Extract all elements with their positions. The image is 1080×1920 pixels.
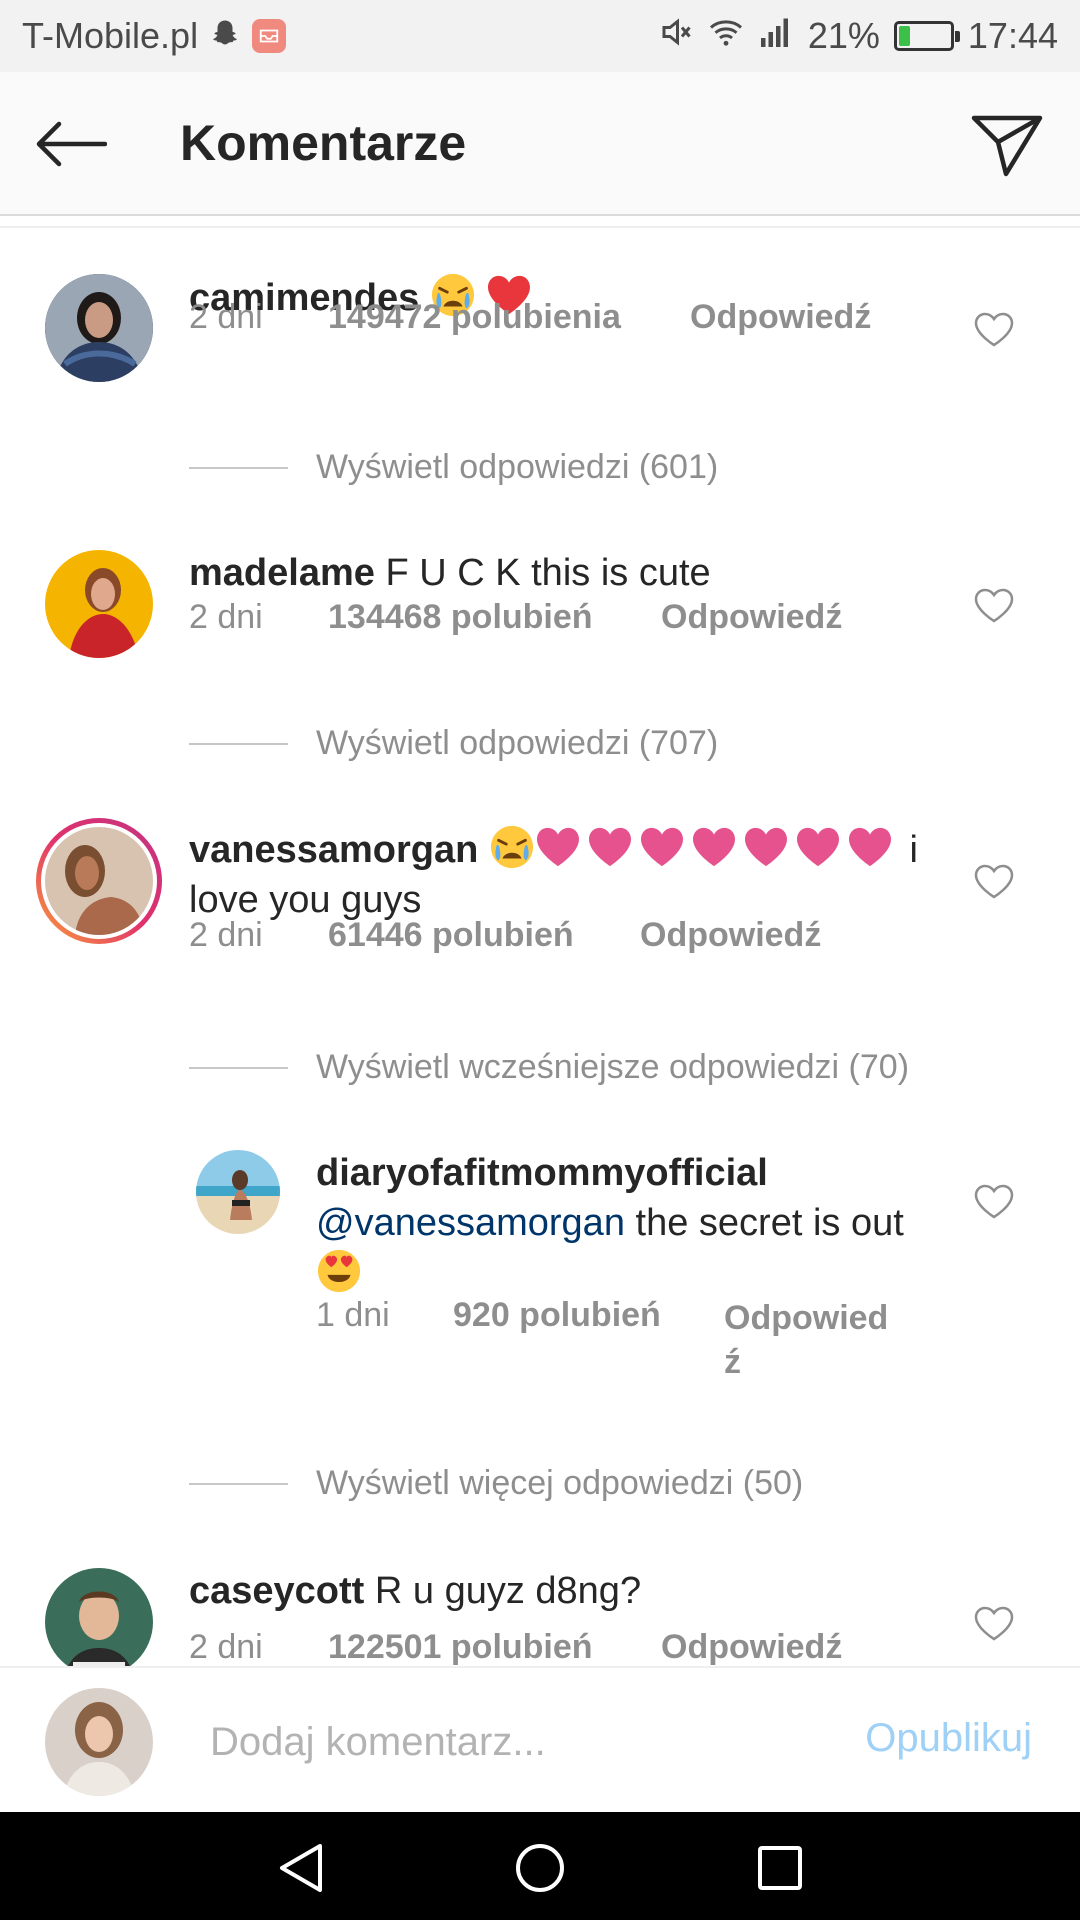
mute-icon bbox=[658, 14, 694, 59]
square-recents-icon bbox=[758, 1846, 802, 1890]
pink-heart-emoji bbox=[796, 827, 839, 867]
status-left: T-Mobile.pl bbox=[22, 15, 287, 57]
comment-text: diaryofafitmommyofficial @vanessamorgan … bbox=[316, 1148, 916, 1299]
comment-text: madelame F U C K this is cute bbox=[189, 548, 969, 598]
signal-icon bbox=[758, 14, 794, 59]
avatar[interactable] bbox=[45, 550, 153, 658]
reply-button[interactable]: Odpowiedź bbox=[640, 916, 821, 955]
system-nav-bar bbox=[0, 1812, 1080, 1920]
crying-face-emoji bbox=[490, 825, 534, 869]
comment-body: R u guyz d8ng? bbox=[374, 1570, 642, 1612]
status-bar: T-Mobile.pl 21% 17:44 bbox=[0, 0, 1080, 72]
comment-composer: Opublikuj bbox=[0, 1666, 1080, 1812]
comments-list[interactable]: camimendes 2 dni 149472 polubienia Odpow… bbox=[0, 228, 1080, 1666]
heart-outline-icon bbox=[974, 1606, 1014, 1641]
like-button[interactable] bbox=[972, 308, 1016, 352]
share-button[interactable] bbox=[964, 102, 1050, 188]
page-title: Komentarze bbox=[180, 115, 467, 171]
arrow-left-icon bbox=[36, 121, 107, 167]
divider-line bbox=[189, 742, 288, 745]
comment-text: caseycott R u guyz d8ng? bbox=[189, 1566, 969, 1616]
heart-outline-icon bbox=[974, 312, 1014, 347]
own-avatar bbox=[45, 1688, 153, 1796]
wifi-icon bbox=[708, 14, 744, 59]
view-replies-label: Wyświetl odpowiedzi (707) bbox=[316, 724, 719, 762]
comment-likes[interactable]: 920 polubień bbox=[453, 1296, 661, 1335]
nav-home-button[interactable] bbox=[512, 1840, 568, 1896]
comment-username[interactable]: vanessamorgan bbox=[189, 829, 478, 871]
mention-link[interactable]: @vanessamorgan bbox=[316, 1202, 625, 1244]
clock: 17:44 bbox=[967, 15, 1058, 56]
view-replies-label: Wyświetl odpowiedzi (601) bbox=[316, 448, 719, 486]
comment-username[interactable]: caseycott bbox=[189, 1570, 364, 1612]
heart-outline-icon bbox=[974, 864, 1014, 899]
reply-button[interactable]: Odpowiedź bbox=[690, 298, 871, 337]
comment-likes[interactable]: 122501 polubień bbox=[328, 1628, 593, 1666]
like-button[interactable] bbox=[972, 584, 1016, 628]
like-button[interactable] bbox=[972, 1602, 1016, 1646]
view-more-replies-button[interactable]: Wyświetl więcej odpowiedzi (50) bbox=[189, 1464, 803, 1503]
divider-line bbox=[189, 1066, 288, 1069]
heart-outline-icon bbox=[974, 588, 1014, 623]
pink-heart-emoji bbox=[640, 827, 683, 867]
reply-button[interactable]: Odpowiedź bbox=[661, 1628, 842, 1666]
reply-button[interactable]: Odpowiedź bbox=[724, 1296, 900, 1384]
avatar[interactable] bbox=[45, 1568, 153, 1666]
comment-age: 2 dni bbox=[189, 916, 263, 954]
comment-body: F U C K this is cute bbox=[385, 552, 711, 594]
comment-input[interactable] bbox=[210, 1712, 830, 1772]
comment-age: 2 dni bbox=[189, 598, 263, 636]
pink-heart-emoji bbox=[536, 827, 579, 867]
comment-body: the secret is out bbox=[635, 1202, 904, 1244]
pink-heart-emoji bbox=[692, 827, 735, 867]
mail-icon bbox=[252, 19, 287, 53]
comment-age: 2 dni bbox=[189, 1628, 263, 1666]
battery-fill bbox=[898, 26, 911, 46]
view-replies-button[interactable]: Wyświetl odpowiedzi (601) bbox=[189, 448, 718, 487]
comment-likes[interactable]: 61446 polubień bbox=[328, 916, 574, 955]
like-button[interactable] bbox=[972, 860, 1016, 904]
comment-age: 2 dni bbox=[189, 298, 263, 336]
avatar[interactable] bbox=[45, 274, 153, 382]
divider-line bbox=[189, 466, 288, 469]
story-ring-avatar[interactable] bbox=[36, 818, 162, 944]
view-replies-label: Wyświetl wcześniejsze odpowiedzi (70) bbox=[316, 1048, 910, 1086]
paper-plane-icon bbox=[971, 115, 1043, 177]
publish-button[interactable]: Opublikuj bbox=[865, 1716, 1032, 1761]
reply-button[interactable]: Odpowiedź bbox=[661, 598, 842, 637]
avatar[interactable] bbox=[196, 1150, 280, 1234]
comment-age: 1 dni bbox=[316, 1296, 390, 1334]
circle-home-icon bbox=[516, 1844, 564, 1892]
divider-line bbox=[189, 1482, 288, 1485]
comment-likes[interactable]: 134468 polubień bbox=[328, 598, 593, 637]
snapchat-icon bbox=[210, 15, 240, 57]
carrier-name: T-Mobile.pl bbox=[22, 15, 199, 56]
pink-heart-emoji bbox=[588, 827, 631, 867]
comment-username[interactable]: madelame bbox=[189, 552, 375, 594]
view-replies-button[interactable]: Wyświetl odpowiedzi (707) bbox=[189, 724, 718, 763]
battery-icon bbox=[893, 21, 960, 51]
heart-eyes-face-emoji bbox=[317, 1249, 361, 1293]
comment-likes[interactable]: 149472 polubienia bbox=[328, 298, 621, 337]
triangle-back-icon bbox=[280, 1844, 322, 1892]
pink-heart-emoji bbox=[848, 827, 891, 867]
like-button[interactable] bbox=[972, 1180, 1016, 1224]
comment-username[interactable]: diaryofafitmommyofficial bbox=[316, 1152, 768, 1194]
battery-percent: 21% bbox=[807, 15, 880, 56]
nav-back-button[interactable] bbox=[272, 1840, 328, 1896]
heart-outline-icon bbox=[974, 1184, 1014, 1219]
status-right: 21% 17:44 bbox=[658, 14, 1058, 59]
back-button[interactable] bbox=[30, 108, 110, 180]
pink-heart-emoji bbox=[744, 827, 787, 867]
comment-text: vanessamorgan i love you guys bbox=[189, 824, 949, 925]
view-replies-label: Wyświetl więcej odpowiedzi (50) bbox=[316, 1464, 804, 1502]
view-earlier-replies-button[interactable]: Wyświetl wcześniejsze odpowiedzi (70) bbox=[189, 1048, 909, 1087]
app-header: Komentarze bbox=[0, 72, 1080, 216]
nav-recents-button[interactable] bbox=[752, 1840, 808, 1896]
